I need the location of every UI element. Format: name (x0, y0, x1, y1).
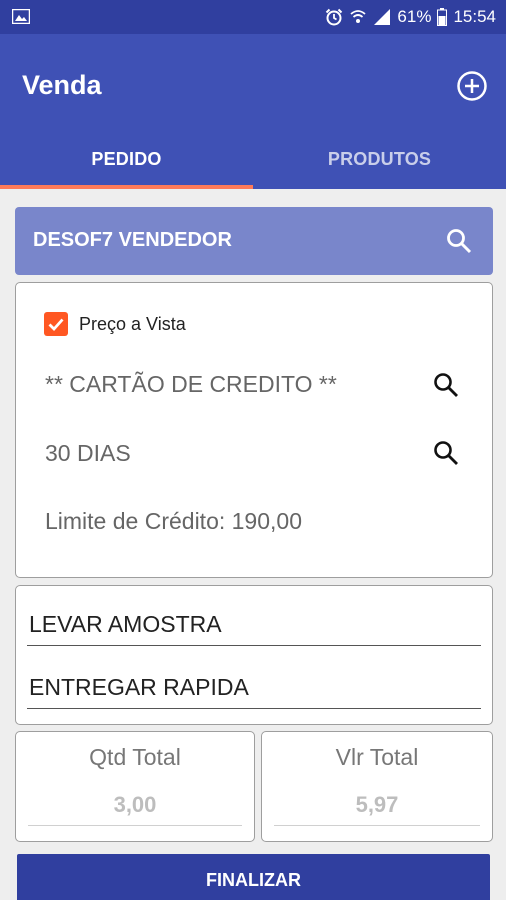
value-total-label: Vlr Total (335, 744, 419, 770)
cash-price-checkbox[interactable] (44, 312, 68, 336)
battery-icon (437, 8, 448, 26)
value-total-card: Vlr Total 5,97 (261, 731, 493, 842)
tab-bar: PEDIDO PRODUTOS (0, 134, 506, 189)
payment-method[interactable]: ** CARTÃO DE CREDITO ** (45, 371, 337, 398)
credit-limit: Limite de Crédito: 190,00 (45, 508, 302, 534)
vendor-name: DESOF7 VENDEDOR (33, 229, 232, 251)
wifi-icon (350, 10, 367, 23)
alarm-icon (326, 8, 343, 26)
page-title: Venda (22, 70, 102, 100)
qty-total-value: 3,00 (113, 792, 157, 817)
payment-term[interactable]: 30 DIAS (45, 440, 131, 467)
qty-underline (28, 825, 242, 826)
notes-card: LEVAR AMOSTRA ENTREGAR RAPIDA (15, 585, 493, 725)
qty-total-label: Qtd Total (89, 744, 181, 770)
note-field-1[interactable]: LEVAR AMOSTRA (27, 602, 481, 646)
tab-produtos[interactable]: PRODUTOS (253, 134, 506, 189)
search-icon[interactable] (432, 371, 460, 399)
tab-pedido[interactable]: PEDIDO (0, 134, 253, 189)
vendor-selector[interactable]: DESOF7 VENDEDOR (15, 207, 493, 275)
search-icon[interactable] (445, 227, 473, 255)
add-circle-icon[interactable] (456, 70, 488, 102)
note-field-2[interactable]: ENTREGAR RAPIDA (27, 665, 481, 709)
check-icon (48, 318, 64, 332)
battery-percent: 61% (397, 7, 432, 26)
qty-total-card: Qtd Total 3,00 (15, 731, 255, 842)
gallery-icon (12, 9, 30, 24)
status-bar: 61% 15:54 (0, 0, 506, 34)
finalize-button[interactable]: FINALIZAR (17, 854, 490, 900)
app-bar: Venda PEDIDO PRODUTOS (0, 34, 506, 189)
signal-icon (374, 9, 391, 25)
tab-indicator (0, 185, 253, 189)
payment-card: Preço a Vista ** CARTÃO DE CREDITO ** 30… (15, 282, 493, 578)
search-icon[interactable] (432, 439, 460, 467)
value-underline (274, 825, 480, 826)
clock: 15:54 (453, 7, 496, 26)
value-total-value: 5,97 (355, 792, 399, 817)
cash-price-label: Preço a Vista (79, 314, 186, 334)
